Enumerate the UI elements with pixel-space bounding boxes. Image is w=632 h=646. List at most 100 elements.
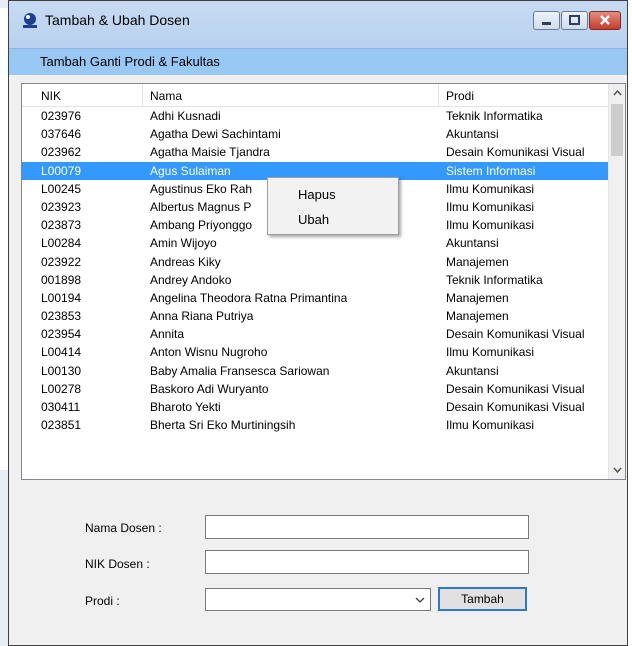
close-button[interactable] bbox=[589, 11, 621, 30]
nik-dosen-label: NIK Dosen : bbox=[85, 557, 150, 571]
table-cell-prodi: Akuntansi bbox=[446, 236, 499, 251]
table-cell-prodi: Desain Komunikasi Visual bbox=[446, 381, 585, 396]
table-row[interactable]: 023853 Anna Riana Putriya Manajemen bbox=[22, 307, 611, 325]
close-icon bbox=[600, 15, 610, 25]
table-row[interactable]: L00284 Amin Wijoyo Akuntansi bbox=[22, 234, 611, 252]
column-header-prodi[interactable]: Prodi bbox=[446, 89, 474, 103]
background-shape-left bbox=[0, 470, 8, 646]
table-cell-prodi: Desain Komunikasi Visual bbox=[446, 145, 585, 160]
table-cell-nama: Agatha Maisie Tjandra bbox=[150, 145, 270, 160]
table-cell-nama: Albertus Magnus P bbox=[150, 199, 252, 214]
minimize-button[interactable] bbox=[533, 11, 560, 30]
table-cell-nama: Agus Sulaiman bbox=[150, 163, 231, 178]
table-cell-prodi: Sistem Informasi bbox=[446, 163, 536, 178]
table-row[interactable]: 023922 Andreas Kiky Manajemen bbox=[22, 253, 611, 271]
table-cell-nik: L00130 bbox=[41, 363, 82, 378]
table-cell-nik: 023923 bbox=[41, 199, 82, 214]
table-cell-nama: Andrey Andoko bbox=[150, 272, 232, 287]
chevron-down-icon[interactable] bbox=[414, 594, 426, 606]
table-cell-nik: 023954 bbox=[41, 327, 82, 342]
table-cell-nik: 030411 bbox=[41, 400, 81, 414]
vertical-scrollbar[interactable] bbox=[608, 84, 625, 479]
table-cell-nama: Anton Wisnu Nugroho bbox=[150, 345, 268, 360]
table-row[interactable]: 023954 Annita Desain Komunikasi Visual bbox=[22, 325, 611, 343]
nik-dosen-input[interactable] bbox=[205, 550, 529, 574]
table-cell-nik: 023922 bbox=[41, 254, 82, 269]
table-cell-nama: Agustinus Eko Rah bbox=[150, 181, 253, 196]
table-cell-nama: Agatha Dewi Sachintami bbox=[150, 127, 281, 142]
table-cell-nama: Angelina Theodora Ratna Primantina bbox=[150, 290, 348, 305]
table-cell-nik: L00079 bbox=[41, 163, 82, 178]
table-row[interactable]: 037646 Agatha Dewi Sachintami Akuntansi bbox=[22, 125, 611, 143]
table-cell-nama: Anna Riana Putriya bbox=[150, 309, 254, 324]
table-row[interactable]: 023851 Bherta Sri Eko Murtiningsih Ilmu Ko… bbox=[22, 416, 611, 434]
table-cell-nik: 023851 bbox=[41, 418, 82, 433]
table-row[interactable]: L00414 Anton Wisnu Nugroho Ilmu Komunikasi bbox=[22, 343, 611, 361]
table-cell-prodi: Desain Komunikasi Visual bbox=[446, 400, 585, 414]
nama-dosen-label: Nama Dosen : bbox=[85, 521, 162, 535]
minimize-icon bbox=[542, 22, 551, 25]
column-divider[interactable] bbox=[142, 84, 143, 106]
table-cell-prodi: Teknik Informatika bbox=[446, 272, 543, 287]
scroll-down-icon[interactable] bbox=[611, 463, 624, 477]
table-cell-prodi: Ilmu Komunikasi bbox=[446, 345, 535, 360]
table-cell-prodi: Ilmu Komunikasi bbox=[446, 181, 535, 196]
prodi-select[interactable] bbox=[205, 588, 431, 611]
table-cell-nik: L00245 bbox=[41, 181, 82, 196]
table-cell-nama: Annita bbox=[150, 327, 185, 342]
table-row[interactable]: 030411 Bharoto Yekti Desain Komunikasi Vis… bbox=[22, 398, 611, 416]
context-menu: Hapus Ubah bbox=[267, 177, 399, 235]
scroll-up-icon[interactable] bbox=[611, 86, 624, 100]
table-cell-prodi: Ilmu Komunikasi bbox=[446, 199, 535, 214]
dosen-list[interactable]: NIK Nama Prodi 023976 Adhi Kusnadi Teknik … bbox=[21, 83, 626, 480]
table-cell-prodi: Manajemen bbox=[446, 254, 509, 269]
table-row[interactable]: 023962 Agatha Maisie Tjandra Desain Komuni… bbox=[22, 143, 611, 161]
table-cell-nik: 023962 bbox=[41, 145, 82, 160]
table-row[interactable]: L00194 Angelina Theodora Ratna Primantina… bbox=[22, 289, 611, 307]
app-logo-icon bbox=[23, 13, 37, 28]
table-cell-nama: Baskoro Adi Wuryanto bbox=[150, 381, 269, 396]
maximize-icon bbox=[569, 15, 580, 25]
table-cell-nama: Andreas Kiky bbox=[150, 254, 221, 269]
table-cell-prodi: Akuntansi bbox=[446, 363, 499, 378]
table-cell-nik: 037646 bbox=[41, 127, 82, 142]
list-header: NIK Nama Prodi bbox=[22, 84, 625, 107]
table-cell-prodi: Ilmu Komunikasi bbox=[446, 418, 535, 433]
table-cell-nik: L00284 bbox=[41, 236, 82, 251]
context-menu-ubah[interactable]: Ubah bbox=[298, 212, 329, 227]
prodi-label: Prodi : bbox=[85, 594, 120, 608]
table-cell-nama: Adhi Kusnadi bbox=[150, 109, 221, 123]
title-bar[interactable]: Tambah & Ubah Dosen bbox=[9, 1, 627, 48]
tambah-button[interactable]: Tambah bbox=[438, 587, 527, 611]
table-cell-prodi: Akuntansi bbox=[446, 127, 499, 142]
table-row[interactable]: L00130 Baby Amalia Fransesca Sariowan Akun… bbox=[22, 362, 611, 380]
table-row[interactable]: 001898 Andrey Andoko Teknik Informatika bbox=[22, 271, 611, 289]
column-header-nik[interactable]: NIK bbox=[41, 89, 61, 103]
table-cell-prodi: Manajemen bbox=[446, 290, 509, 305]
window-title: Tambah & Ubah Dosen bbox=[45, 12, 190, 28]
list-rows: 023976 Adhi Kusnadi Teknik Informatika 0376… bbox=[22, 107, 611, 434]
table-cell-nik: L00194 bbox=[41, 290, 82, 305]
nama-dosen-input[interactable] bbox=[205, 515, 529, 539]
column-header-nama[interactable]: Nama bbox=[150, 89, 182, 103]
context-menu-hapus[interactable]: Hapus bbox=[298, 187, 336, 202]
menu-item-tambah-ganti-prodi[interactable]: Tambah Ganti Prodi & Fakultas bbox=[40, 54, 220, 69]
table-cell-nik: L00414 bbox=[41, 345, 82, 360]
table-cell-nik: 023873 bbox=[41, 218, 82, 233]
table-row[interactable]: 023976 Adhi Kusnadi Teknik Informatika bbox=[22, 107, 611, 125]
table-cell-prodi: Ilmu Komunikasi bbox=[446, 218, 535, 233]
table-cell-nama: Ambang Priyonggo bbox=[150, 218, 253, 233]
dialog-window: Tambah & Ubah Dosen Tambah Ganti Prodi &… bbox=[8, 0, 628, 646]
table-cell-nik: 023976 bbox=[41, 109, 82, 123]
table-row[interactable]: L00278 Baskoro Adi Wuryanto Desain Komunik… bbox=[22, 380, 611, 398]
scrollbar-thumb[interactable] bbox=[611, 104, 623, 156]
table-cell-nama: Baby Amalia Fransesca Sariowan bbox=[150, 363, 330, 378]
table-cell-prodi: Desain Komunikasi Visual bbox=[446, 327, 585, 342]
column-divider[interactable] bbox=[438, 84, 439, 106]
table-cell-nik: 001898 bbox=[41, 272, 82, 287]
table-cell-nama: Bherta Sri Eko Murtiningsih bbox=[150, 418, 296, 433]
table-cell-nik: 023853 bbox=[41, 309, 82, 324]
table-cell-prodi: Manajemen bbox=[446, 309, 509, 324]
maximize-button[interactable] bbox=[561, 11, 588, 30]
table-cell-nik: L00278 bbox=[41, 381, 82, 396]
